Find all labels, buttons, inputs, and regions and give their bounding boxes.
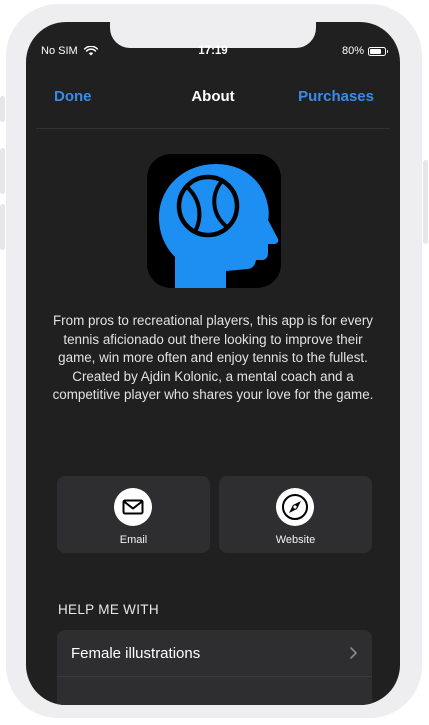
volume-down-button — [0, 204, 5, 250]
battery-fill — [370, 48, 382, 54]
email-circle — [114, 488, 152, 526]
power-button — [423, 160, 428, 244]
purchases-button[interactable]: Purchases — [298, 88, 374, 105]
envelope-icon — [122, 499, 144, 515]
battery-percent: 80% — [341, 45, 364, 57]
list-item-next[interactable] — [57, 677, 372, 705]
chevron-right-icon — [350, 647, 357, 659]
app-screen: No SIM 17:19 80% Done About Purchases Fr… — [26, 22, 400, 705]
battery-icon — [368, 46, 388, 56]
website-label: Website — [275, 534, 316, 546]
compass-icon — [282, 494, 308, 520]
list-item-label: Female illustrations — [71, 645, 201, 662]
email-button[interactable]: Email — [57, 476, 210, 553]
website-button[interactable]: Website — [219, 476, 372, 553]
nav-divider — [36, 128, 390, 129]
list-item-female-illustrations[interactable]: Female illustrations — [57, 630, 372, 676]
website-circle — [276, 488, 314, 526]
app-description: From pros to recreational players, this … — [52, 313, 374, 403]
status-battery: 80% — [341, 45, 388, 57]
section-header: HELP ME WITH — [58, 602, 159, 617]
volume-up-button — [0, 148, 5, 194]
email-label: Email — [119, 534, 148, 546]
tennis-head-icon — [147, 154, 281, 288]
mute-switch — [0, 96, 5, 122]
